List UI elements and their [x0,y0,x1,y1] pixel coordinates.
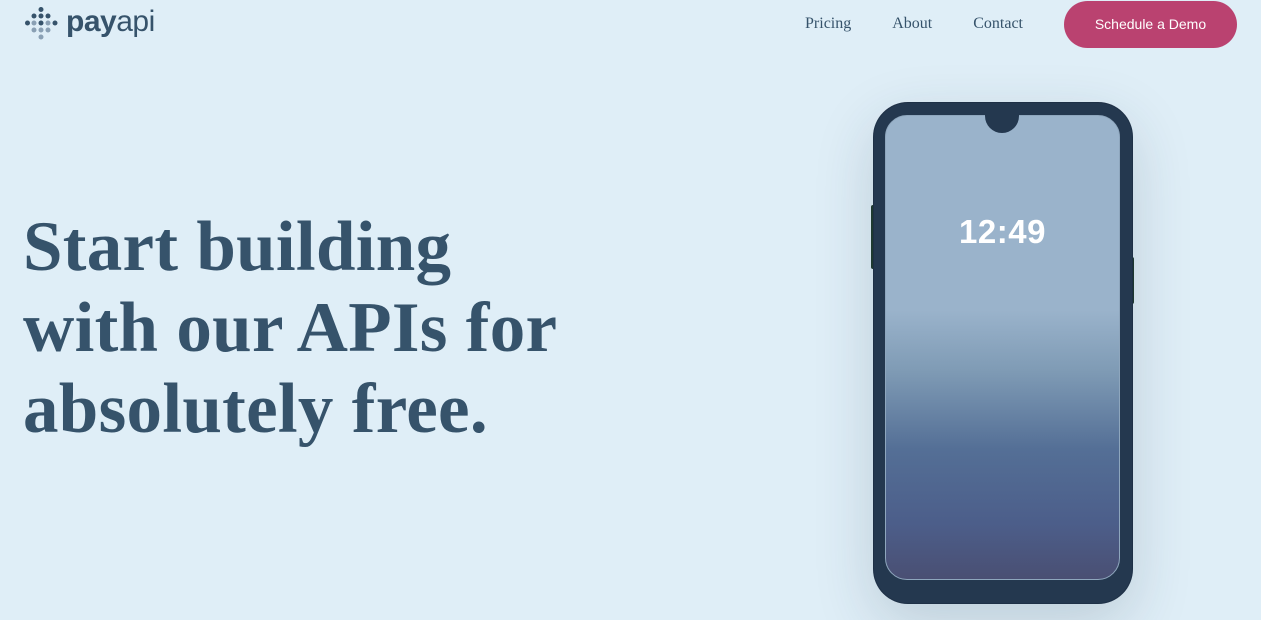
schedule-demo-button[interactable]: Schedule a Demo [1064,0,1237,48]
nav-link-pricing[interactable]: Pricing [805,15,851,33]
hero-title-line-3: absolutely free. [23,370,488,448]
nav-link-about[interactable]: About [892,15,932,33]
hero-title-line-2: with our APIs for [23,289,558,367]
nav-link-contact[interactable]: Contact [973,15,1023,33]
payapi-dots-logo-icon [25,7,58,40]
landing-page: payapi Pricing About Contact Schedule a … [0,0,1261,620]
phone-clock: 12:49 [959,213,1046,250]
logo-text-light: api [116,5,155,38]
payapi-logo[interactable]: payapi [24,6,155,42]
hero-title-line-1: Start building [23,208,452,286]
logo-text-bold: pay [66,5,117,38]
hero-title: Start building with our APIs for absolut… [23,207,583,450]
main-nav: Pricing About Contact Schedule a Demo [805,0,1237,48]
logo-wordmark: payapi [66,7,155,37]
phone-screen [885,115,1120,580]
